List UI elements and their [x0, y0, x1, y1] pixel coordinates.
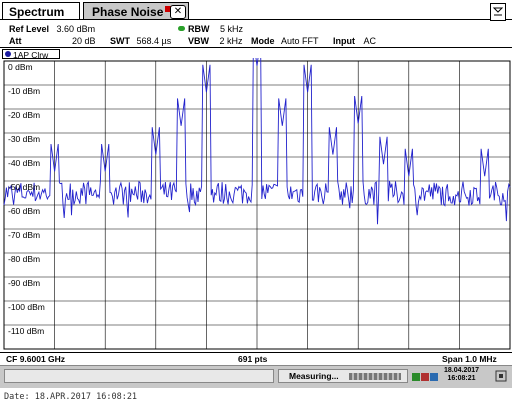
y-tick-label: -50 dBm [8, 182, 41, 192]
center-frequency: CF 9.6001 GHz [6, 354, 66, 364]
y-tick-label: -30 dBm [8, 134, 41, 144]
capture-date: Date: 18.APR.2017 16:08:21 [4, 392, 138, 402]
input: Input AC [333, 36, 376, 46]
rbw-label: RBW [188, 24, 210, 34]
ref-level-value: 3.60 dBm [56, 24, 96, 34]
tab-spectrum-label: Spectrum [9, 5, 65, 19]
y-tick-label: -10 dBm [8, 86, 41, 96]
tab-spectrum[interactable]: Spectrum [2, 2, 80, 20]
grid [3, 60, 511, 350]
ref-level-label: Ref Level [9, 24, 50, 34]
progress-bar [349, 373, 401, 380]
close-icon[interactable]: ✕ [170, 5, 186, 19]
y-tick-label: -80 dBm [8, 254, 41, 264]
tab-phase-noise[interactable]: Phase Noise ✕ [83, 2, 189, 20]
vbw-value: 2 kHz [219, 36, 243, 46]
y-tick-label: -110 dBm [8, 326, 45, 336]
tab-phase-noise-label: Phase Noise [92, 5, 164, 19]
rbw-value: 5 kHz [220, 24, 244, 34]
att-value-text: 20 dB [72, 36, 96, 46]
input-value: AC [363, 36, 377, 46]
span-value: Span 1.0 MHz [442, 354, 497, 364]
chevron-down-icon [492, 7, 504, 16]
rbw: RBW 5 kHz [188, 24, 243, 34]
tab-divider [0, 19, 512, 20]
rbw-indicator-icon [178, 26, 185, 31]
att-label-wrap: Att [9, 36, 22, 46]
status-message-box [4, 369, 274, 383]
mode-value: Auto FFT [281, 36, 319, 46]
y-tick-label: -70 dBm [8, 230, 41, 240]
footer-divider [0, 352, 512, 353]
att-value: 20 dB [72, 36, 96, 46]
swt-label: SWT [110, 36, 130, 46]
ref-level: Ref Level 3.60 dBm [9, 24, 95, 34]
trace-dot-icon [5, 51, 11, 57]
y-tick-label: -90 dBm [8, 278, 41, 288]
sweep-points: 691 pts [238, 354, 268, 364]
y-tick-label: -60 dBm [8, 206, 41, 216]
y-tick-label: -20 dBm [8, 110, 41, 120]
measuring-box: Measuring... [278, 369, 408, 383]
status-bar: Measuring... 18.04.2017 16:08:21 [0, 365, 512, 388]
y-tick-label: -100 dBm [8, 302, 45, 312]
status-date: 18.04.2017 [444, 367, 480, 374]
status-time: 16:08:21 [447, 375, 476, 382]
menu-expand-button[interactable] [490, 3, 506, 21]
input-label: Input [333, 36, 355, 46]
mode-label: Mode [251, 36, 275, 46]
spectrum-plot[interactable] [0, 58, 512, 352]
vbw-label: VBW [188, 36, 209, 46]
mode: Mode Auto FFT [251, 36, 319, 46]
y-tick-label: -40 dBm [8, 158, 41, 168]
swt-value: 568.4 µs [136, 36, 172, 46]
vbw: VBW 2 kHz [188, 36, 243, 46]
settings-icon[interactable] [494, 369, 508, 383]
swt: SWT 568.4 µs [110, 36, 171, 46]
header-divider [0, 47, 512, 48]
y-tick-label: 0 dBm [8, 62, 33, 72]
network-status-icon [412, 370, 440, 382]
status-datetime: 18.04.2017 16:08:21 [444, 367, 479, 383]
att-label: Att [9, 36, 22, 46]
measuring-text: Measuring... [289, 371, 339, 381]
